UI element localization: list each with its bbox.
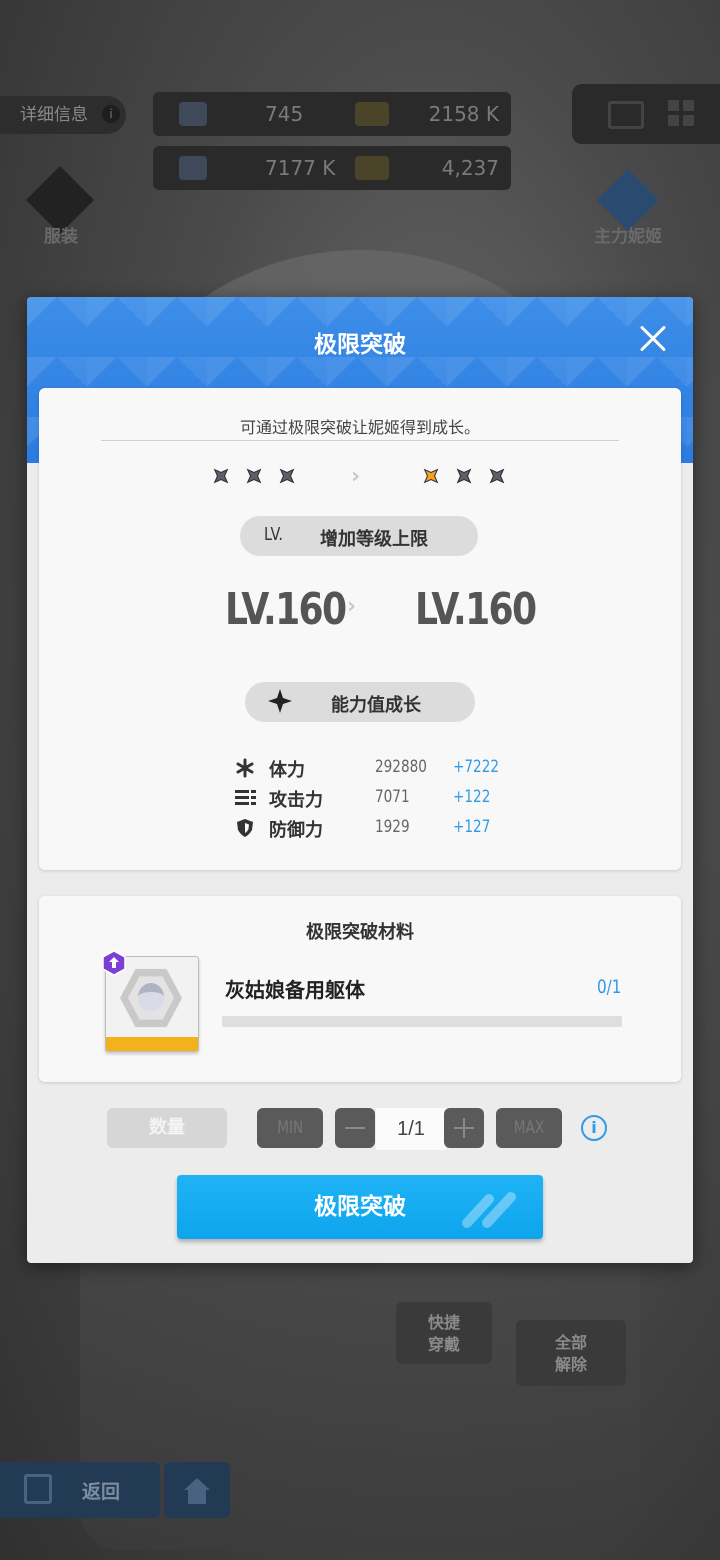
stat-row-attack: 攻击力 7071 +122 bbox=[235, 784, 535, 812]
button-decoration bbox=[462, 1192, 516, 1228]
description-text: 可通过极限突破让妮姬得到成长。 bbox=[239, 418, 480, 437]
home-button[interactable] bbox=[164, 1462, 230, 1518]
star-icon bbox=[275, 464, 299, 488]
stat-increase: +122 bbox=[453, 787, 491, 807]
chevron-right-icon: › bbox=[347, 594, 357, 619]
divider bbox=[101, 440, 619, 441]
star-icon bbox=[485, 464, 509, 488]
stat-row-hp: 体力 292880 +7222 bbox=[235, 754, 535, 782]
stat-value: 7071 bbox=[375, 787, 410, 807]
main-nikke-label: 主力妮姬 bbox=[594, 227, 662, 247]
limit-break-dialog: 极限突破 可通过极限突破让妮姬得到成长。 › LV. 增加等级上限 LV.160… bbox=[27, 297, 693, 1263]
decrement-button[interactable] bbox=[335, 1108, 375, 1148]
rarity-badge-icon bbox=[101, 950, 127, 976]
limit-break-button-label: 极限突破 bbox=[314, 1194, 406, 1220]
limit-break-info-card: 可通过极限突破让妮姬得到成长。 › LV. 增加等级上限 LV.160 › LV… bbox=[39, 388, 681, 870]
level-after: LV.160 bbox=[415, 584, 537, 635]
top-right-menu bbox=[572, 84, 720, 144]
materials-card: 极限突破材料 灰姑娘备用躯体 0/1 bbox=[39, 896, 681, 1082]
quantity-label: 数量 bbox=[107, 1108, 227, 1148]
increment-button[interactable] bbox=[444, 1108, 484, 1148]
mail-icon[interactable] bbox=[608, 101, 644, 129]
star-icon bbox=[452, 464, 476, 488]
costume-button[interactable]: 服装 bbox=[26, 166, 96, 247]
close-button[interactable] bbox=[633, 319, 673, 359]
home-icon bbox=[184, 1478, 210, 1490]
materials-title: 极限突破材料 bbox=[306, 922, 414, 943]
resource-value: 7177 K bbox=[265, 156, 336, 180]
back-label: 返回 bbox=[82, 1481, 121, 1503]
star-icon bbox=[419, 464, 443, 488]
sparkle-icon bbox=[267, 688, 293, 719]
stat-value: 292880 bbox=[375, 757, 427, 777]
resource-value: 745 bbox=[265, 102, 304, 126]
bullets-icon bbox=[235, 788, 256, 808]
stat-name: 体力 bbox=[269, 760, 305, 781]
level-cap-pill: LV. 增加等级上限 bbox=[240, 516, 478, 556]
quantity-input[interactable] bbox=[376, 1108, 446, 1150]
star-icon bbox=[242, 464, 266, 488]
asterisk-icon bbox=[235, 758, 255, 778]
level-prefix: LV. bbox=[264, 524, 284, 545]
back-button[interactable]: 返回 bbox=[0, 1462, 160, 1518]
ability-growth-pill: 能力值成长 bbox=[245, 682, 475, 722]
stat-name: 防御力 bbox=[269, 820, 323, 841]
character-portrait bbox=[138, 983, 164, 1011]
shield-icon bbox=[235, 818, 255, 838]
dust-icon bbox=[355, 156, 389, 180]
min-label: MIN bbox=[277, 1118, 303, 1138]
info-icon: i bbox=[102, 105, 120, 123]
info-icon[interactable]: i bbox=[581, 1115, 607, 1141]
grid-menu-icon[interactable] bbox=[668, 100, 694, 126]
rarity-bar bbox=[106, 1037, 198, 1051]
main-nikke-button[interactable]: 主力妮姬 bbox=[588, 168, 668, 248]
dialog-title: 极限突破 bbox=[314, 332, 406, 358]
detail-info-button[interactable]: 详细信息 i bbox=[0, 96, 126, 134]
stat-increase: +127 bbox=[453, 817, 491, 837]
back-icon bbox=[24, 1474, 52, 1504]
max-label: MAX bbox=[513, 1118, 545, 1138]
ability-growth-label: 能力值成长 bbox=[331, 695, 421, 716]
detail-info-label: 详细信息 bbox=[20, 105, 88, 125]
unequip-all-label: 全部解除 bbox=[554, 1333, 587, 1374]
level-cap-label: 增加等级上限 bbox=[320, 529, 428, 550]
quick-equip-label: 快捷穿戴 bbox=[427, 1313, 460, 1354]
costume-label: 服装 bbox=[44, 227, 78, 247]
resource-value: 4,237 bbox=[441, 156, 499, 180]
chevron-right-icon: › bbox=[351, 464, 361, 489]
plus-icon-vertical bbox=[463, 1118, 465, 1138]
stat-value: 1929 bbox=[375, 817, 410, 837]
limit-break-button[interactable]: 极限突破 bbox=[177, 1175, 543, 1239]
stat-name: 攻击力 bbox=[269, 790, 323, 811]
material-name: 灰姑娘备用躯体 bbox=[225, 978, 365, 1002]
gem-icon bbox=[179, 102, 207, 126]
credit-icon bbox=[355, 102, 389, 126]
minus-icon bbox=[345, 1127, 365, 1129]
unequip-all-button[interactable]: 全部解除 bbox=[516, 1320, 626, 1386]
home-icon-base bbox=[188, 1490, 206, 1504]
resource-value: 2158 K bbox=[428, 102, 499, 126]
material-progress-bar bbox=[222, 1016, 622, 1027]
resource-bar-2: 7177 K 4,237 bbox=[153, 146, 511, 190]
star-icon bbox=[209, 464, 233, 488]
core-icon bbox=[179, 156, 207, 180]
quick-equip-button[interactable]: 快捷穿戴 bbox=[396, 1302, 492, 1364]
level-before: LV.160 bbox=[225, 584, 347, 635]
min-button[interactable]: MIN bbox=[257, 1108, 323, 1148]
max-button[interactable]: MAX bbox=[496, 1108, 562, 1148]
level-comparison: LV.160 › LV.160 bbox=[39, 584, 681, 644]
stat-increase: +7222 bbox=[453, 757, 500, 777]
resource-bar-1: 745 2158 K bbox=[153, 92, 511, 136]
material-count: 0/1 bbox=[597, 976, 622, 998]
stat-row-defense: 防御力 1929 +127 bbox=[235, 814, 535, 842]
